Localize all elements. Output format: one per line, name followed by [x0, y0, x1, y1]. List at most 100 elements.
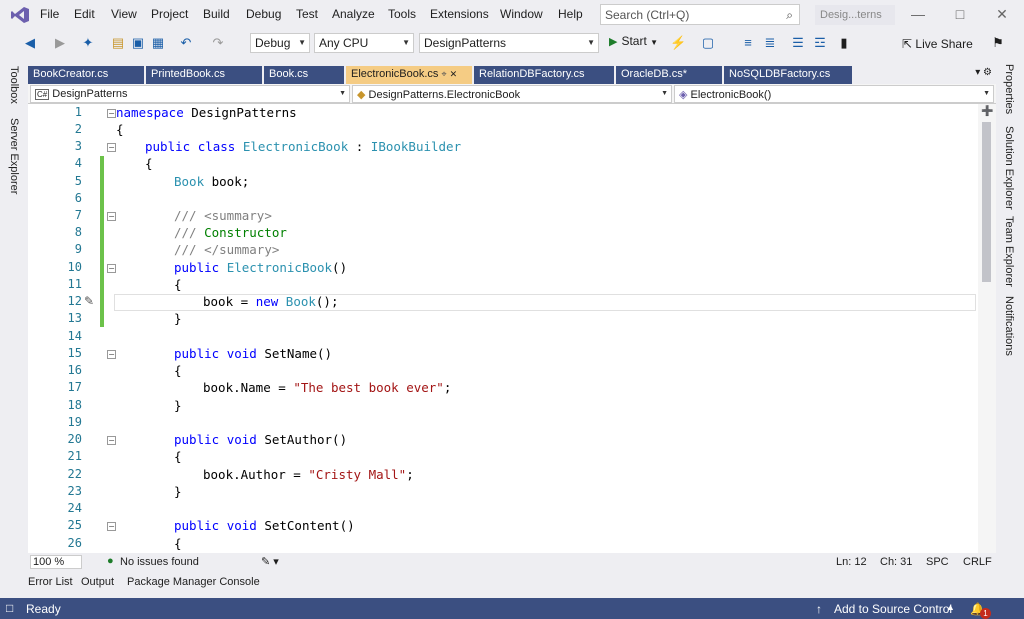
tab-electronicbook[interactable]: ElectronicBook.cs ⌖ ✕ — [346, 66, 472, 84]
code-token: Book — [174, 174, 205, 189]
bookmark-icon[interactable]: ▮ — [836, 35, 852, 51]
format-icon[interactable]: ≣ — [762, 35, 778, 51]
menu-edit[interactable]: Edit — [74, 7, 95, 21]
menu-file[interactable]: File — [40, 7, 59, 21]
tab-package-manager-console[interactable]: Package Manager Console — [127, 576, 260, 588]
tab-printedbook[interactable]: PrintedBook.cs — [146, 66, 262, 84]
pin-icon[interactable]: ⌖ — [442, 69, 447, 79]
whitespace-indicator[interactable]: SPC — [926, 556, 949, 568]
code-token: { — [174, 277, 182, 292]
tab-nosqldbfactory[interactable]: NoSQLDBFactory.cs — [724, 66, 852, 84]
vertical-scrollbar[interactable]: ➕ — [978, 104, 996, 553]
search-input[interactable]: Search (Ctrl+Q) ⌕ — [600, 4, 800, 25]
menu-project[interactable]: Project — [151, 7, 188, 21]
code-token: </summary> — [204, 242, 280, 257]
tab-oracledb[interactable]: OracleDB.cs* — [616, 66, 722, 84]
tab-relationdbfactory[interactable]: RelationDBFactory.cs — [474, 66, 614, 84]
menu-test[interactable]: Test — [296, 7, 318, 21]
code-cleanup-icon[interactable]: ✎ ▾ — [261, 555, 279, 568]
back-icon[interactable]: ◀ — [22, 35, 38, 51]
comment-icon[interactable]: ☰ — [790, 35, 806, 51]
menu-build[interactable]: Build — [203, 7, 230, 21]
menu-tools[interactable]: Tools — [388, 7, 416, 21]
maximize-icon[interactable]: □ — [950, 6, 970, 24]
scrollbar-thumb[interactable] — [982, 122, 991, 282]
zoom-select[interactable]: 100 % — [30, 555, 82, 569]
code-line: 21 { — [28, 449, 978, 466]
visual-studio-logo-icon[interactable] — [10, 6, 30, 24]
code-editor[interactable]: − − − − − − − ✎ 1 namespace DesignPattern… — [28, 104, 996, 553]
line-number: 1 — [74, 105, 82, 119]
tab-output[interactable]: Output — [81, 576, 114, 588]
browser-link-icon[interactable]: ▢ — [700, 35, 716, 51]
solution-name-badge[interactable]: Desig...terns — [815, 5, 895, 25]
forward-icon[interactable]: ▶ — [52, 35, 68, 51]
hot-reload-icon[interactable]: ⚡ — [670, 35, 686, 51]
project-dropdown-value: DesignPatterns — [52, 88, 128, 100]
save-all-icon[interactable]: ▦ — [150, 35, 166, 51]
toolbox-tab[interactable]: Toolbox — [8, 66, 20, 104]
tab-label: PrintedBook.cs — [151, 68, 225, 80]
minimize-icon[interactable]: — — [908, 6, 928, 24]
uncomment-icon[interactable]: ☲ — [812, 35, 828, 51]
menu-analyze[interactable]: Analyze — [332, 7, 375, 21]
live-share-label: Live Share — [915, 37, 973, 51]
code-line: 14 — [28, 329, 978, 346]
close-icon[interactable]: ✕ — [992, 6, 1012, 24]
close-tab-icon[interactable]: ✕ — [450, 69, 458, 79]
code-line: 5 Book book; — [28, 174, 978, 191]
code-token: DesignPatterns — [183, 105, 297, 120]
solution-explorer-tab[interactable]: Solution Explorer — [1003, 126, 1015, 210]
start-button[interactable]: ▶ Start ▼ — [609, 34, 658, 48]
server-explorer-tab[interactable]: Server Explorer — [8, 118, 20, 194]
menu-window[interactable]: Window — [500, 7, 543, 21]
code-token: public — [174, 432, 220, 447]
align-icon[interactable]: ≡ — [740, 35, 756, 51]
chevron-down-icon: ▼ — [339, 90, 346, 97]
issues-status[interactable]: No issues found — [120, 556, 199, 568]
code-line: 12 book = new Book(); — [28, 294, 978, 311]
menu-view[interactable]: View — [111, 7, 137, 21]
properties-tab[interactable]: Properties — [1003, 64, 1015, 114]
startup-project-value: DesignPatterns — [424, 36, 507, 50]
chevron-up-icon[interactable]: ▲ — [946, 602, 955, 612]
class-dropdown[interactable]: ◆ DesignPatterns.ElectronicBook ▼ — [352, 85, 672, 103]
split-editor-icon[interactable]: ➕ — [981, 106, 993, 117]
notifications-tab[interactable]: Notifications — [1003, 296, 1015, 356]
live-share-button[interactable]: ⇱ Live Share — [902, 37, 973, 51]
project-dropdown[interactable]: C# DesignPatterns ▼ — [30, 85, 350, 103]
save-icon[interactable]: ▣ — [130, 35, 146, 51]
code-line: 15 public void SetName() — [28, 346, 978, 363]
feedback-icon[interactable]: ⚑ — [990, 35, 1006, 51]
column-indicator[interactable]: Ch: 31 — [880, 556, 912, 568]
tab-bookcreator[interactable]: BookCreator.cs — [28, 66, 144, 84]
add-to-source-control-button[interactable]: Add to Source Control — [834, 602, 952, 616]
new-project-icon[interactable]: ✦ — [80, 35, 96, 51]
startup-project-select[interactable]: DesignPatterns ▼ — [419, 33, 599, 53]
menu-debug[interactable]: Debug — [246, 7, 281, 21]
team-explorer-tab[interactable]: Team Explorer — [1003, 216, 1015, 287]
config-select[interactable]: Debug ▼ — [250, 33, 310, 53]
tab-overflow-icon[interactable]: ▾ ⚙ — [975, 67, 992, 78]
code-token: void — [226, 518, 257, 533]
line-number: 7 — [74, 208, 82, 222]
line-number: 22 — [67, 467, 82, 481]
tab-book[interactable]: Book.cs — [264, 66, 344, 84]
open-folder-icon[interactable]: ▤ — [110, 35, 126, 51]
tab-label: Book.cs — [269, 68, 309, 80]
code-line: 25 public void SetContent() — [28, 518, 978, 535]
menu-help[interactable]: Help — [558, 7, 583, 21]
code-line: 2{ — [28, 122, 978, 139]
member-dropdown[interactable]: ◈ ElectronicBook() ▼ — [674, 85, 994, 103]
tab-error-list[interactable]: Error List — [28, 576, 73, 588]
platform-select[interactable]: Any CPU ▼ — [314, 33, 414, 53]
redo-icon[interactable]: ↷ — [210, 35, 226, 51]
code-token: book.Author = — [203, 467, 309, 482]
code-line: 6 — [28, 191, 978, 208]
line-indicator[interactable]: Ln: 12 — [836, 556, 867, 568]
line-ending-indicator[interactable]: CRLF — [963, 556, 992, 568]
line-number: 13 — [67, 311, 82, 325]
search-placeholder: Search (Ctrl+Q) — [605, 8, 690, 22]
menu-extensions[interactable]: Extensions — [430, 7, 489, 21]
undo-icon[interactable]: ↶ — [178, 35, 194, 51]
